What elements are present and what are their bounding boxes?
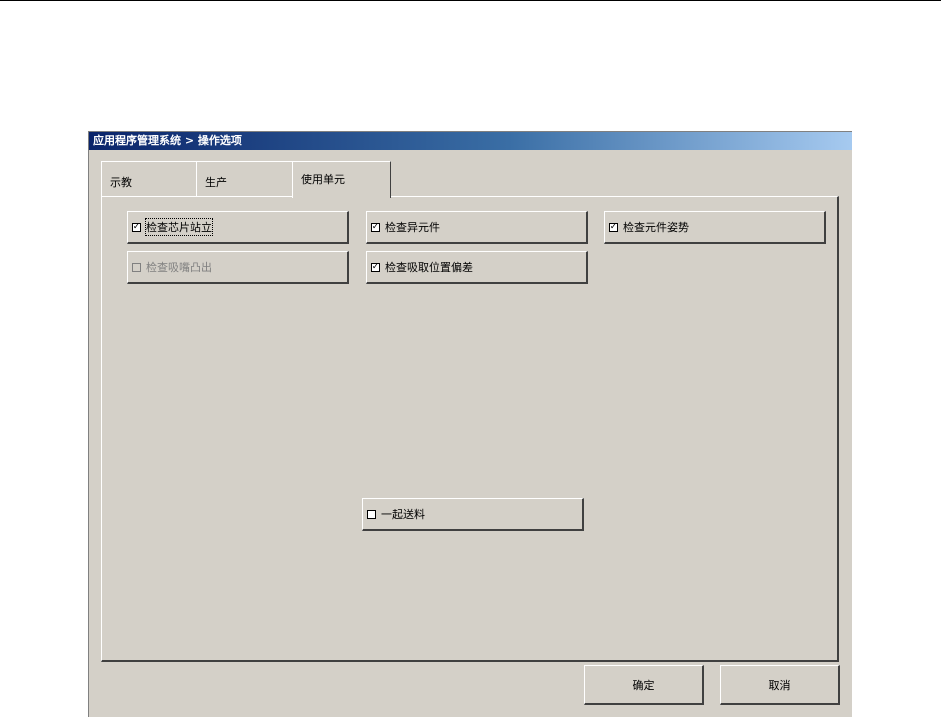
checkbox-icon[interactable]: [367, 509, 376, 519]
tab-label: 生产: [205, 176, 227, 189]
tab-label: 示教: [110, 176, 132, 189]
cancel-button[interactable]: 取消: [720, 665, 840, 705]
checkbox-icon: [132, 262, 141, 272]
check-feed-together[interactable]: 一起送料: [362, 498, 584, 531]
checkbox-icon[interactable]: ✓: [371, 262, 380, 272]
top-rule: [0, 0, 941, 1]
check-pickup-deviation[interactable]: ✓ 检查吸取位置偏差: [366, 251, 588, 284]
check-part-posture-label: 检查元件姿势: [623, 221, 689, 234]
tab-production[interactable]: 生产: [196, 161, 293, 197]
window-title: 应用程序管理系统 > 操作选项: [89, 132, 852, 150]
check-part-posture[interactable]: ✓ 检查元件姿势: [604, 211, 826, 244]
tab-teach[interactable]: 示教: [101, 161, 197, 197]
ok-button[interactable]: 确定: [584, 665, 704, 705]
tab-label: 使用单元: [301, 173, 345, 186]
check-chip-standing-label: 检查芯片站立: [145, 218, 213, 236]
check-abnormal-part[interactable]: ✓ 检查异元件: [366, 211, 588, 244]
options-dialog: 应用程序管理系统 > 操作选项 示教 生产 使用单元 ✓ 检查芯片站立 ✓ 检查…: [88, 131, 852, 717]
checkbox-icon[interactable]: ✓: [371, 222, 380, 232]
check-pickup-deviation-label: 检查吸取位置偏差: [385, 261, 473, 274]
check-chip-standing[interactable]: ✓ 检查芯片站立: [127, 211, 349, 244]
checkbox-icon[interactable]: ✓: [609, 222, 618, 232]
check-nozzle-protrusion: 检查吸嘴凸出: [127, 251, 349, 284]
tab-units[interactable]: 使用单元: [292, 161, 391, 198]
check-abnormal-part-label: 检查异元件: [385, 221, 440, 234]
check-feed-together-label: 一起送料: [381, 508, 425, 521]
checkbox-icon[interactable]: ✓: [132, 222, 141, 232]
check-nozzle-protrusion-label: 检查吸嘴凸出: [146, 261, 212, 274]
